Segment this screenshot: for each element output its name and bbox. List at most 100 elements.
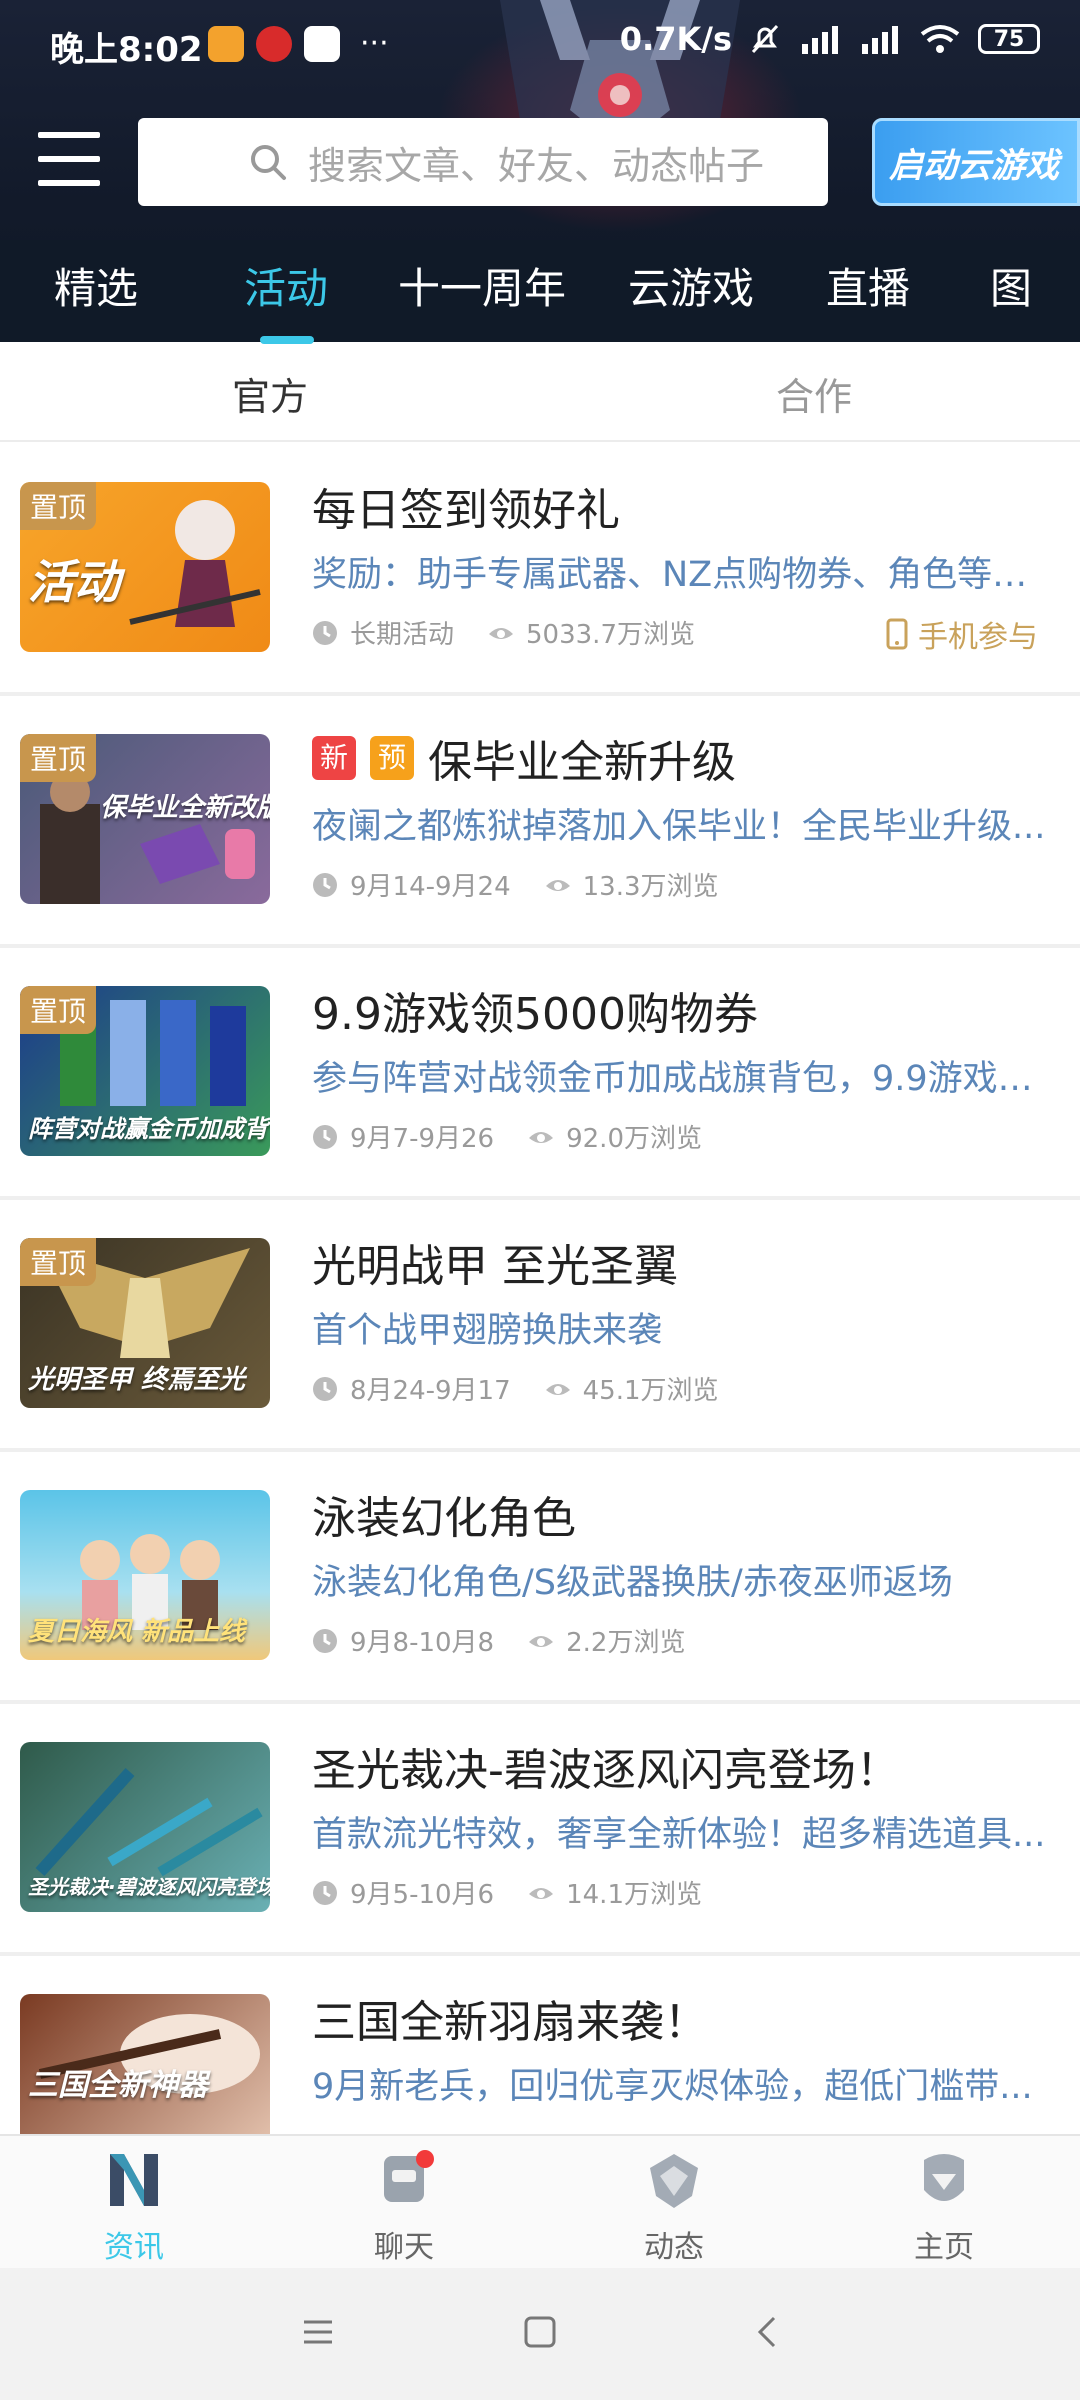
nav-profile[interactable]: 主页 (864, 2146, 1024, 2266)
nav-feed[interactable]: 动态 (594, 2146, 754, 2266)
phone-join-button[interactable]: 手机参与 (886, 612, 1038, 656)
subtab-cooperation[interactable]: 合作 (776, 366, 852, 421)
activity-title: 三国全新羽扇来袭！ (312, 1997, 708, 2048)
thumbnail-text: 活动 (28, 555, 120, 609)
list-item[interactable]: 置顶 活动 每日签到领好礼 奖励：助手专属武器、NZ点购物券、角色等超... 长… (0, 444, 1080, 696)
view-count: 2.2万浏览 (566, 1628, 686, 1658)
clock-icon (313, 620, 337, 645)
activity-title: 光明战甲 至光圣翼 (312, 1241, 678, 1292)
battery-icon: 75 (978, 24, 1040, 54)
nav-chat[interactable]: 聊天 (324, 2146, 484, 2266)
activity-description: 首个战甲翅膀换肤来袭 (312, 1311, 663, 1351)
category-tabs: 精选 活动 十一周年 云游戏 直播 图 (0, 240, 1080, 342)
tab-activity[interactable]: 活动 (244, 254, 328, 334)
activity-description: 9月新老兵，回归优享灭烬体验，超低门槛带... (312, 2067, 1033, 2107)
unread-dot (416, 2150, 434, 2168)
view-count: 45.1万浏览 (582, 1376, 719, 1406)
clock-icon (313, 1376, 337, 1401)
tab-image[interactable]: 图 (990, 254, 1032, 334)
eye-icon (529, 1635, 554, 1647)
thumbnail-text: 三国全新神器 (28, 2068, 208, 2103)
net-speed: 0.7K/s (619, 20, 732, 58)
signal-icon (802, 26, 838, 54)
list-item[interactable]: 圣光裁决·碧波逐风闪亮登场! 圣光裁决-碧波逐风闪亮登场！ 首款流光特效，奢享全… (0, 1704, 1080, 1956)
home-icon[interactable] (520, 2312, 560, 2352)
pinned-badge: 置顶 (20, 1238, 97, 1286)
more-dots-icon: ··· (360, 26, 389, 61)
tab-cloud-game[interactable]: 云游戏 (628, 254, 754, 334)
thumbnail-text: 夏日海风 新品上线 (28, 1617, 246, 1647)
notification-app-icon (208, 26, 244, 62)
tab-anniversary[interactable]: 十一周年 (398, 254, 566, 334)
activity-meta: 长期活动 5033.7万浏览 (312, 614, 695, 651)
nav-label: 聊天 (374, 2230, 434, 2265)
list-item[interactable]: 置顶 阵营对战赢金币加成背包 9.9游戏领5000购物券 参与阵营对战领金币加成… (0, 948, 1080, 1200)
list-item[interactable]: 夏日海风 新品上线 泳装幻化角色 泳装幻化角色/S级武器换肤/赤夜巫师返场 9月… (0, 1452, 1080, 1704)
activity-period: 9月8-10月8 (350, 1628, 495, 1658)
recent-apps-icon[interactable] (298, 2312, 338, 2352)
activity-thumbnail: 置顶 光明圣甲 终焉至光 (20, 1238, 270, 1408)
thumbnail-text: 光明圣甲 终焉至光 (28, 1365, 246, 1395)
title-row: 光明战甲 至光圣翼 (312, 1230, 678, 1294)
views: 45.1万浏览 (545, 1370, 719, 1407)
notification-cloud-icon (304, 26, 340, 62)
view-count: 5033.7万浏览 (526, 620, 695, 650)
activity-title: 9.9游戏领5000购物券 (312, 989, 758, 1040)
back-icon[interactable] (748, 2312, 788, 2352)
activity-title: 保毕业全新升级 (428, 737, 736, 788)
views: 2.2万浏览 (528, 1622, 685, 1659)
launch-cloud-game-button[interactable]: 启动云游戏 (872, 118, 1080, 206)
activity-thumbnail: 置顶 保毕业全新改版升级! (20, 734, 270, 904)
pinned-badge: 置顶 (20, 986, 97, 1034)
clock-icon (313, 872, 337, 897)
list-item[interactable]: 置顶 保毕业全新改版升级! 新 预 保毕业全新升级 夜阑之都炼狱掉落加入保毕业！… (0, 696, 1080, 948)
activity-description: 参与阵营对战领金币加成战旗背包，9.9游戏领... (312, 1059, 1052, 1099)
activity-meta: 9月14-9月24 13.3万浏览 (312, 866, 719, 903)
subtab-official[interactable]: 官方 (232, 366, 308, 421)
mute-bell-icon (751, 24, 779, 54)
activity-description: 首款流光特效，奢享全新体验！超多精选道具... (312, 1815, 1046, 1855)
search-input[interactable]: 搜索文章、好友、动态帖子 (138, 118, 828, 206)
activity-period: 长期活动 (350, 620, 455, 650)
activity-period: 8月24-9月17 (350, 1376, 511, 1406)
nav-news[interactable]: 资讯 (54, 2146, 214, 2266)
list-item[interactable]: 三国全新神器 三国全新羽扇来袭！ 9月新老兵，回归优享灭烬体验，超低门槛带... (0, 1956, 1080, 2134)
search-icon (251, 145, 286, 180)
activity-list: 置顶 活动 每日签到领好礼 奖励：助手专属武器、NZ点购物券、角色等超... 长… (0, 444, 1080, 2134)
title-row: 泳装幻化角色 (312, 1482, 576, 1546)
activity-title: 圣光裁决-碧波逐风闪亮登场！ (312, 1745, 900, 1796)
notification-app-icon (256, 26, 292, 62)
activity-description: 夜阑之都炼狱掉落加入保毕业！全民毕业升级... (312, 807, 1046, 847)
status-time: 晚上8:02 (50, 30, 203, 70)
thumbnail-text: 阵营对战赢金币加成背包 (28, 1115, 270, 1143)
activity-meta: 9月7-9月26 92.0万浏览 (312, 1118, 702, 1155)
phone-join-label: 手机参与 (918, 620, 1038, 655)
thumbnail-text: 圣光裁决·碧波逐风闪亮登场! (28, 1875, 270, 1899)
signal-icon-2 (862, 26, 898, 54)
activity-description: 泳装幻化角色/S级武器换肤/赤夜巫师返场 (312, 1563, 953, 1603)
eye-icon (545, 879, 570, 891)
activity-period: 9月5-10月6 (350, 1880, 495, 1910)
eye-icon (529, 1131, 554, 1143)
view-count: 14.1万浏览 (566, 1880, 702, 1910)
top-bar: 搜索文章、好友、动态帖子 启动云游戏 (0, 110, 1080, 210)
title-row: 每日签到领好礼 (312, 474, 620, 538)
title-row: 圣光裁决-碧波逐风闪亮登场！ (312, 1734, 900, 1798)
activity-meta: 8月24-9月17 45.1万浏览 (312, 1370, 719, 1407)
activity-thumbnail: 圣光裁决·碧波逐风闪亮登场! (20, 1742, 270, 1912)
sub-tabs: 官方 合作 (0, 344, 1080, 442)
nav-label: 动态 (644, 2230, 704, 2265)
hamburger-menu-icon[interactable] (38, 132, 100, 188)
tab-featured[interactable]: 精选 (54, 254, 138, 334)
activity-period: 9月14-9月24 (350, 872, 511, 902)
phone-icon (886, 618, 908, 650)
pinned-badge: 置顶 (20, 734, 97, 782)
tab-live[interactable]: 直播 (826, 254, 910, 334)
views: 5033.7万浏览 (488, 614, 695, 651)
activity-period: 9月7-9月26 (350, 1124, 495, 1154)
nav-label: 资讯 (104, 2230, 164, 2265)
title-row: 9.9游戏领5000购物券 (312, 978, 758, 1042)
list-item[interactable]: 置顶 光明圣甲 终焉至光 光明战甲 至光圣翼 首个战甲翅膀换肤来袭 8月24-9… (0, 1200, 1080, 1452)
active-tab-indicator (260, 336, 314, 344)
profile-helmet-icon (924, 2154, 964, 2201)
